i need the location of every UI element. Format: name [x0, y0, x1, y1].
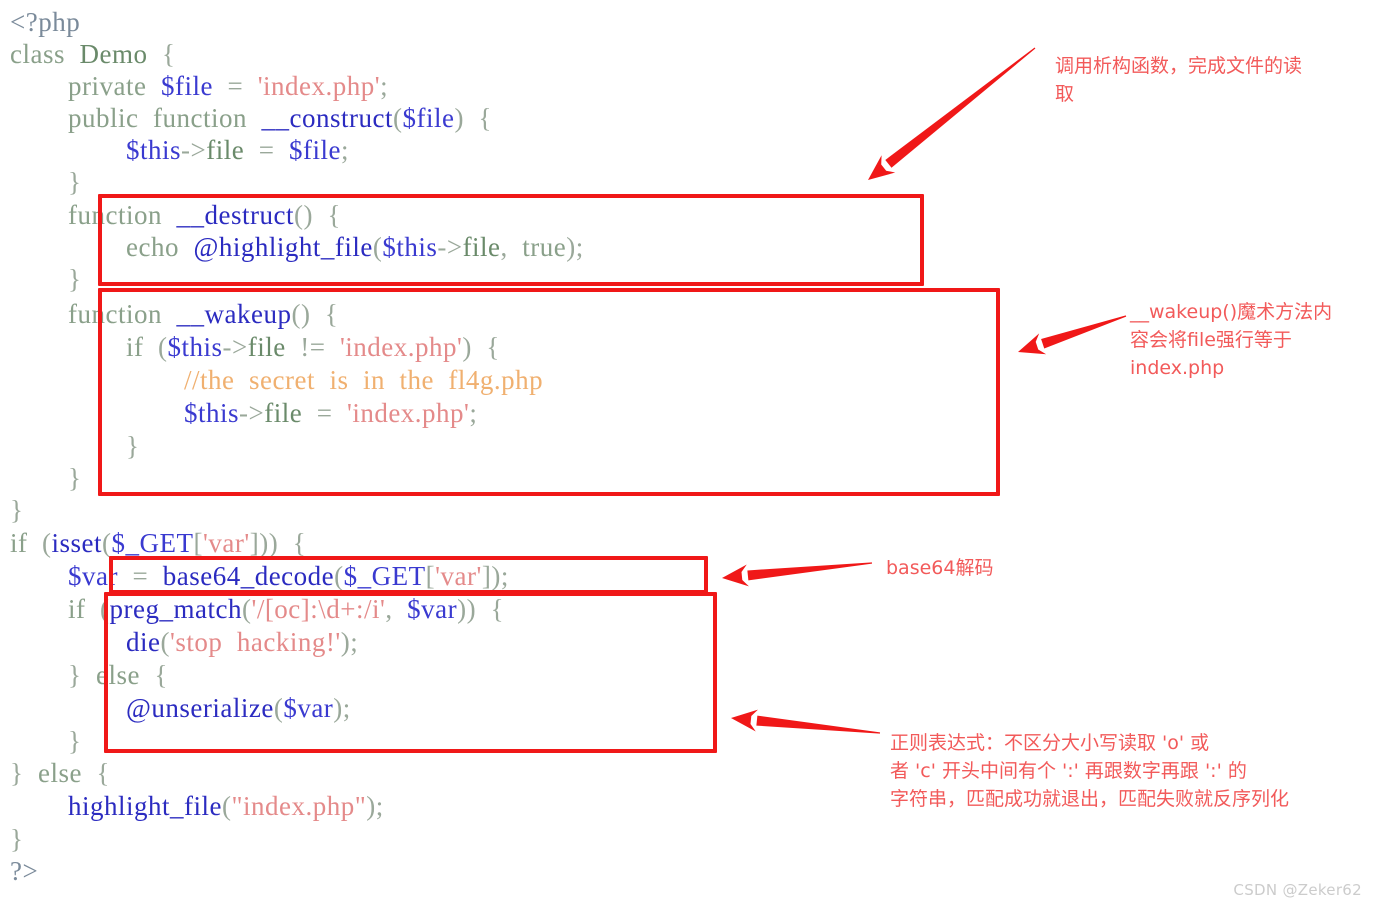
code-line: highlight_file("index.php"); — [68, 791, 384, 821]
code-line: class Demo { — [10, 39, 176, 69]
code-line: $this->file = $file; — [126, 135, 349, 165]
code-line: } — [10, 463, 82, 493]
code-line: } — [10, 495, 24, 525]
code-line: <?php — [10, 7, 81, 37]
code-line: private $file = 'index.php'; — [68, 71, 389, 101]
base64-decode-box — [109, 556, 708, 594]
code-line: } — [10, 726, 82, 756]
code-line: } — [10, 264, 82, 294]
code-line: if (isset($_GET['var'])) { — [10, 528, 307, 558]
watermark: CSDN @Zeker62 — [1233, 881, 1362, 899]
destruct-method-box — [98, 194, 924, 286]
code-line: } — [10, 167, 82, 197]
annotation-base64: base64解码 — [886, 557, 994, 579]
code-line: } — [10, 824, 24, 854]
code-line: public function __construct($file) { — [68, 103, 492, 133]
preg-match-block-box — [104, 592, 717, 753]
code-line: ?> — [10, 856, 39, 886]
annotation-regex: 正则表达式：不区分大小写读取 'o' 或 者 'c' 开头中间有个 ':' 再跟… — [890, 732, 1290, 810]
code-line: } else { — [10, 758, 110, 788]
annotation-destruct: 调用析构函数，完成文件的读 取 — [1055, 55, 1303, 105]
wakeup-method-box — [98, 288, 1000, 496]
annotation-wakeup: __wakeup()魔术方法内 容会将file强行等于 index.php — [1130, 301, 1333, 379]
